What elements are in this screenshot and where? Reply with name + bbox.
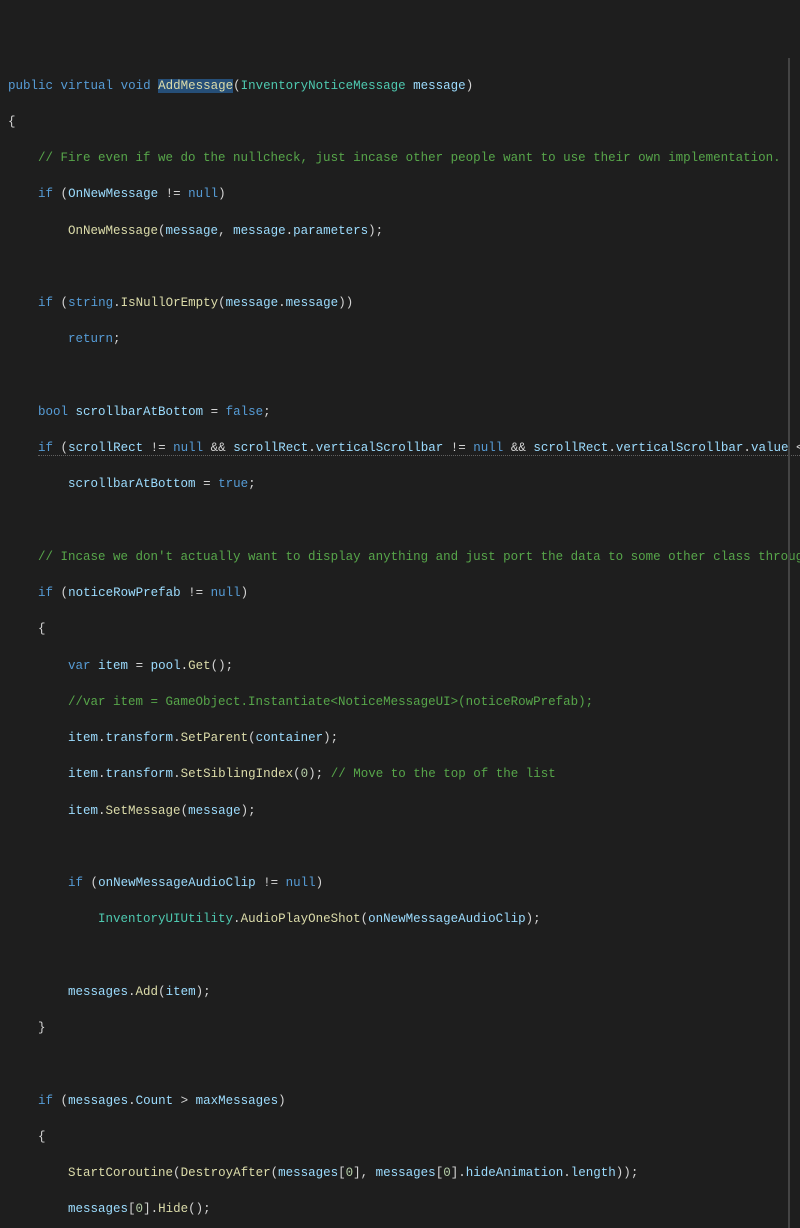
code-line[interactable]: if (onNewMessageAudioClip != null) — [8, 874, 792, 892]
code-line[interactable]: } — [8, 1019, 792, 1037]
code-line[interactable]: scrollbarAtBottom = true; — [8, 475, 792, 493]
code-editor[interactable]: public virtual void AddMessage(Inventory… — [8, 58, 792, 1228]
code-line[interactable] — [8, 512, 792, 530]
code-line[interactable]: messages.Add(item); — [8, 983, 792, 1001]
code-line[interactable]: item.transform.SetSiblingIndex(0); // Mo… — [8, 765, 792, 783]
code-line[interactable] — [8, 367, 792, 385]
code-line[interactable]: if (noticeRowPrefab != null) — [8, 584, 792, 602]
method-name-selected: AddMessage — [158, 79, 233, 93]
code-line[interactable] — [8, 838, 792, 856]
code-line[interactable]: { — [8, 113, 792, 131]
code-line[interactable]: //var item = GameObject.Instantiate<Noti… — [8, 693, 792, 711]
code-line[interactable]: if (string.IsNullOrEmpty(message.message… — [8, 294, 792, 312]
code-line[interactable]: item.transform.SetParent(container); — [8, 729, 792, 747]
code-line[interactable]: // Incase we don't actually want to disp… — [8, 548, 792, 566]
code-line[interactable]: // Fire even if we do the nullcheck, jus… — [8, 149, 792, 167]
code-line[interactable]: if (OnNewMessage != null) — [8, 185, 792, 203]
code-line[interactable]: InventoryUIUtility.AudioPlayOneShot(onNe… — [8, 910, 792, 928]
code-line[interactable]: public virtual void AddMessage(Inventory… — [8, 77, 792, 95]
code-line[interactable]: if (scrollRect != null && scrollRect.ver… — [8, 439, 792, 457]
code-line[interactable]: messages[0].Hide(); — [8, 1200, 792, 1218]
code-line[interactable]: if (messages.Count > maxMessages) — [8, 1092, 792, 1110]
code-line[interactable]: { — [8, 1128, 792, 1146]
code-line[interactable]: StartCoroutine(DestroyAfter(messages[0],… — [8, 1164, 792, 1182]
code-line[interactable]: item.SetMessage(message); — [8, 802, 792, 820]
code-line[interactable] — [8, 1055, 792, 1073]
code-line[interactable]: bool scrollbarAtBottom = false; — [8, 403, 792, 421]
code-line[interactable]: OnNewMessage(message, message.parameters… — [8, 222, 792, 240]
code-line[interactable]: return; — [8, 330, 792, 348]
code-line[interactable] — [8, 947, 792, 965]
code-line[interactable]: var item = pool.Get(); — [8, 657, 792, 675]
code-line[interactable] — [8, 258, 792, 276]
editor-border — [788, 58, 790, 1228]
code-line[interactable]: { — [8, 620, 792, 638]
